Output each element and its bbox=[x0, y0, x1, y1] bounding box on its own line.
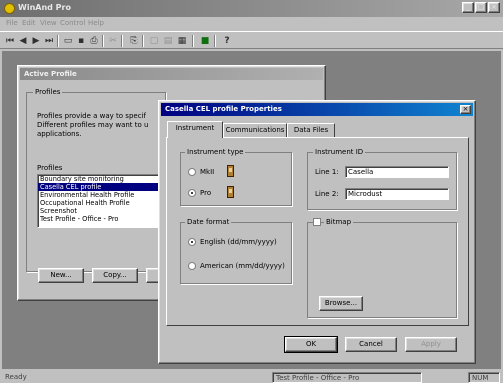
menu-file[interactable]: File bbox=[6, 19, 18, 27]
status-bar: Ready Test Profile - Office - Pro NUM bbox=[0, 371, 503, 383]
toolbar-separator bbox=[192, 35, 194, 47]
pro-device-icon bbox=[227, 186, 234, 198]
list-item[interactable]: Test Profile - Office - Pro bbox=[38, 215, 166, 223]
profile-properties-dialog: Casella CEL profile Properties × Instrum… bbox=[158, 100, 476, 364]
american-date-label[interactable]: American (mm/dd/yyyy) bbox=[200, 262, 285, 270]
print-icon[interactable]: ⎙ bbox=[88, 35, 100, 47]
profiles-list[interactable]: Boundary site monitoring Casella CEL pro… bbox=[37, 174, 167, 228]
english-date-radio[interactable] bbox=[188, 238, 196, 246]
status-numlock: NUM bbox=[468, 372, 500, 383]
dialog-title[interactable]: Casella CEL profile Properties bbox=[161, 103, 473, 116]
app-title-bar[interactable]: WinAnd Pro _ □ × bbox=[0, 0, 503, 17]
line1-label: Line 1: bbox=[315, 168, 339, 176]
tab-communications[interactable]: Communications bbox=[223, 123, 287, 137]
instrument-id-label: Instrument ID bbox=[313, 148, 366, 156]
tab-data-files[interactable]: Data Files bbox=[287, 123, 335, 137]
cut-icon[interactable]: ✂ bbox=[107, 35, 119, 47]
first-record-icon[interactable]: ⏮ bbox=[4, 35, 16, 47]
browse-button[interactable]: Browse... bbox=[319, 296, 363, 311]
list-item[interactable]: Environmental Health Profile bbox=[38, 191, 166, 199]
next-record-icon[interactable]: ▶ bbox=[30, 35, 42, 47]
list-item[interactable]: Occupational Health Profile bbox=[38, 199, 166, 207]
status-profile: Test Profile - Office - Pro bbox=[272, 372, 422, 383]
tab-instrument[interactable]: Instrument bbox=[167, 121, 223, 138]
active-profile-title[interactable]: Active Profile bbox=[20, 68, 323, 80]
app-icon bbox=[4, 3, 15, 14]
copy-profile-button[interactable]: Copy... bbox=[92, 268, 138, 283]
help-icon[interactable]: ? bbox=[221, 35, 233, 47]
minimize-button[interactable]: _ bbox=[462, 2, 474, 13]
line2-label: Line 2: bbox=[315, 190, 339, 198]
instrument-type-group bbox=[180, 152, 292, 206]
pro-radio[interactable] bbox=[188, 189, 196, 197]
toolbar-separator bbox=[214, 35, 216, 47]
bitmap-label[interactable]: Bitmap bbox=[324, 218, 354, 226]
menu-edit[interactable]: Edit bbox=[22, 19, 36, 27]
mkii-radio-label[interactable]: MkII bbox=[200, 168, 214, 176]
date-format-label: Date format bbox=[185, 218, 232, 226]
menu-help[interactable]: Help bbox=[88, 19, 104, 27]
app-title: WinAnd Pro bbox=[18, 3, 71, 12]
pro-radio-label[interactable]: Pro bbox=[200, 189, 211, 197]
menu-view[interactable]: View bbox=[40, 19, 57, 27]
grid-icon[interactable]: ▦ bbox=[176, 35, 188, 47]
american-date-radio[interactable] bbox=[188, 262, 196, 270]
dialog-close-button[interactable]: × bbox=[460, 105, 471, 114]
new-profile-button[interactable]: New... bbox=[38, 268, 84, 283]
toolbar-separator bbox=[57, 35, 59, 47]
date-format-group bbox=[180, 222, 292, 284]
toolbar: ⏮ ◀ ▶ ⏭ ▭ ▪ ⎙ ✂ ⎘ ▢ ▤ ▦ ■ ? bbox=[0, 31, 503, 49]
cancel-button[interactable]: Cancel bbox=[345, 337, 397, 352]
instrument-id-group bbox=[307, 152, 457, 210]
maximize-button[interactable]: □ bbox=[475, 2, 487, 13]
profiles-description: Profiles provide a way to specif Differe… bbox=[37, 112, 149, 138]
previous-record-icon[interactable]: ◀ bbox=[17, 35, 29, 47]
ok-button[interactable]: OK bbox=[284, 336, 338, 353]
window-icon[interactable]: ▢ bbox=[148, 35, 160, 47]
save-icon[interactable]: ▪ bbox=[75, 35, 87, 47]
menu-control[interactable]: Control bbox=[60, 19, 85, 27]
toolbar-separator bbox=[121, 35, 123, 47]
instrument-tab-panel: Instrument type MkII Pro Date format Eng… bbox=[166, 137, 469, 326]
tile-icon[interactable]: ▤ bbox=[162, 35, 174, 47]
toolbar-separator bbox=[102, 35, 104, 47]
line2-input[interactable]: Microdust bbox=[345, 188, 449, 200]
status-text: Ready bbox=[5, 373, 27, 381]
chart-icon[interactable]: ■ bbox=[199, 35, 211, 47]
english-date-label[interactable]: English (dd/mm/yyyy) bbox=[200, 238, 277, 246]
list-item[interactable]: Boundary site monitoring bbox=[38, 175, 166, 183]
last-record-icon[interactable]: ⏭ bbox=[43, 35, 55, 47]
bitmap-checkbox[interactable] bbox=[313, 218, 321, 226]
toolbar-separator bbox=[142, 35, 144, 47]
line1-input[interactable]: Casella bbox=[345, 166, 449, 178]
list-item-selected[interactable]: Casella CEL profile bbox=[38, 183, 166, 191]
menu-bar: File Edit View Control Help bbox=[0, 18, 503, 30]
instrument-type-label: Instrument type bbox=[185, 148, 246, 156]
profiles-list-label: Profiles bbox=[37, 164, 63, 172]
list-item[interactable]: Screenshot bbox=[38, 207, 166, 215]
apply-button[interactable]: Apply bbox=[405, 337, 457, 352]
mkii-device-icon bbox=[227, 165, 234, 177]
close-button[interactable]: × bbox=[488, 2, 500, 13]
profiles-group-label: Profiles bbox=[33, 88, 63, 96]
mkii-radio[interactable] bbox=[188, 168, 196, 176]
open-folder-icon[interactable]: ▭ bbox=[62, 35, 74, 47]
clipboard-icon[interactable]: ⎘ bbox=[128, 35, 140, 47]
